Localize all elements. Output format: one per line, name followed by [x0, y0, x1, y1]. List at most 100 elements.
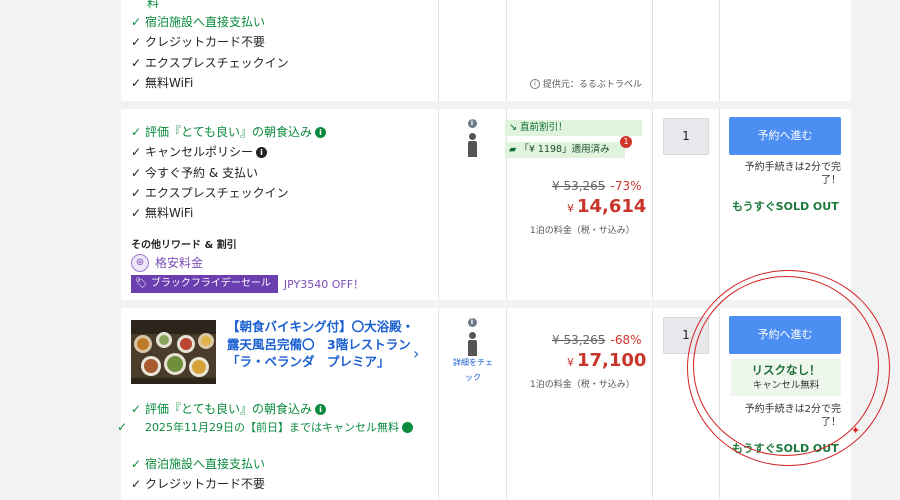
- black-friday-badge: 🏷 ブラックフライデーセール: [131, 275, 278, 293]
- black-friday-label: ブラックフライデーセール: [150, 278, 271, 289]
- coupon-icon: ▰: [509, 144, 517, 155]
- tag-icon: ⊛: [131, 253, 149, 272]
- sold-out-warning: もうすぐSOLD OUT: [732, 200, 839, 213]
- original-price: ¥ 53,265: [552, 179, 606, 193]
- provider-text: 提供元：るるぶトラベル: [542, 80, 642, 90]
- last-minute-label: 直前割引！: [520, 122, 568, 133]
- column-divider: [438, 109, 439, 300]
- check-icon: ✓: [131, 35, 142, 50]
- column-divider: [506, 0, 507, 101]
- info-icon[interactable]: i: [315, 127, 327, 138]
- wrapped-text-fragment: 料: [147, 0, 160, 10]
- coupon-badge: ▰ 「¥ 1198」適用済み: [505, 142, 625, 158]
- per-night-label: 1泊の料金（税・サ込み）: [530, 226, 635, 236]
- coupon-label: 「¥ 1198」適用済み: [519, 144, 610, 155]
- chevron-right-icon[interactable]: ›: [413, 344, 419, 363]
- column-divider: [438, 308, 439, 500]
- info-icon[interactable]: i: [256, 147, 268, 159]
- original-price-row: ¥ 53,265 -73%: [552, 175, 642, 194]
- feature-text: 2025年11月29日の【前日】まではキャンセル無料: [145, 421, 399, 434]
- feature-text: 宿泊施設へ直接支払い: [145, 15, 266, 29]
- check-icon: ✓: [131, 206, 142, 221]
- discount-percent: -68%: [610, 333, 642, 347]
- column-divider: [719, 109, 720, 300]
- check-icon: ✓: [131, 55, 142, 70]
- feature-item: ✓ 今すぐ予約 & 支払い: [131, 163, 258, 183]
- room-option-card-1: 料 ✓ 宿泊施設へ直接支払い ✓ クレジットカード不要 ✓ エクスプレスチェックイン ✓ 無料…: [121, 0, 851, 101]
- arrow-down-icon: ↘: [509, 122, 517, 133]
- info-icon: i: [467, 119, 477, 128]
- info-icon[interactable]: i: [399, 422, 413, 433]
- original-price: ¥ 53,265: [552, 333, 606, 347]
- feature-item: ✓ 評価『とても良い』の朝食込み i: [131, 399, 327, 419]
- coupon-count-badge: 1: [620, 136, 632, 148]
- rewards-title: その他リワード & 割引: [131, 240, 237, 251]
- feature-item: ✓ 2025年11月29日の【前日】まではキャンセル無料i: [117, 419, 431, 436]
- check-icon: ✓: [131, 125, 142, 139]
- column-divider: [506, 308, 507, 500]
- feature-item: ✓ 無料WiFi: [131, 73, 193, 93]
- feature-item: ✓ 無料WiFi: [131, 203, 193, 223]
- feature-text: クレジットカード不要: [145, 477, 266, 491]
- price-value: 14,614: [577, 196, 647, 217]
- cheap-rate-row: ⊛ 格安料金: [131, 253, 203, 272]
- feature-text: クレジットカード不要: [145, 35, 266, 50]
- price: ¥14,614: [567, 196, 647, 217]
- feature-item: ✓ キャンセルポリシー i: [131, 142, 268, 162]
- column-divider: [652, 109, 653, 300]
- check-icon: ✓: [131, 15, 142, 29]
- original-price-row: ¥ 53,265 -68%: [552, 329, 642, 348]
- check-icon: ✓: [131, 185, 142, 200]
- feature-text: 今すぐ予約 & 支払い: [145, 165, 258, 180]
- info-icon: i: [530, 79, 540, 89]
- tag-icon: 🏷: [135, 278, 148, 289]
- check-icon: ✓: [117, 420, 128, 434]
- room-title-link[interactable]: 【朝食バイキング付】〇大浴殿・露天風呂完備〇 3階レストラン「ラ・ベランダ プレ…: [227, 318, 419, 371]
- reserve-button[interactable]: 予約へ進む: [729, 117, 841, 155]
- feature-item: ✓ エクスプレスチェックイン: [131, 183, 289, 203]
- feature-item: ✓ 評価『とても良い』の朝食込み i: [131, 122, 327, 142]
- per-night-label: 1泊の料金（税・サ込み）: [530, 380, 635, 390]
- feature-text: エクスプレスチェックイン: [145, 55, 289, 70]
- quantity-select[interactable]: 1: [663, 118, 709, 155]
- annotation-marker: ✦: [851, 424, 861, 437]
- room-option-card-2: ✓ 評価『とても良い』の朝食込み i ✓ キャンセルポリシー i ✓ 今すぐ予約 & 支払い ✓…: [121, 109, 851, 300]
- column-divider: [719, 0, 720, 101]
- black-friday-discount: JPY3540 OFF！: [283, 278, 365, 291]
- room-photo[interactable]: [131, 320, 216, 384]
- last-minute-badge: ↘ 直前割引！: [505, 120, 642, 136]
- feature-text: 宿泊施設へ直接支払い: [145, 457, 266, 471]
- column-divider: [438, 0, 439, 101]
- column-divider: [506, 109, 507, 300]
- check-icon: ✓: [131, 75, 142, 90]
- feature-text: キャンセルポリシー: [145, 145, 254, 160]
- column-divider: [652, 0, 653, 101]
- check-icon: ✓: [131, 477, 142, 491]
- info-icon: i: [467, 318, 477, 327]
- feature-item: ✓ 宿泊施設へ直接支払い: [131, 454, 265, 474]
- detail-link[interactable]: 詳細をチェック: [452, 355, 494, 385]
- check-icon: ✓: [131, 145, 142, 160]
- feature-text: 評価『とても良い』の朝食込み: [145, 402, 313, 416]
- info-icon[interactable]: i: [315, 404, 327, 415]
- check-icon: ✓: [131, 457, 142, 471]
- feature-text: 無料WiFi: [145, 206, 194, 221]
- black-friday-row: 🏷 ブラックフライデーセール JPY3540 OFF！: [131, 275, 364, 293]
- column-divider: [652, 308, 653, 500]
- feature-item: ✓ クレジットカード不要: [131, 32, 265, 52]
- feature-text: 評価『とても良い』の朝食込み: [145, 125, 313, 139]
- breakfast-buffet-image: [131, 320, 216, 384]
- person-icon[interactable]: i: [464, 119, 480, 157]
- provider-note: i 提供元：るるぶトラベル: [527, 77, 642, 90]
- check-icon: ✓: [131, 165, 142, 180]
- discount-percent: -73%: [610, 179, 642, 193]
- feature-text: エクスプレスチェックイン: [145, 185, 289, 200]
- price-value: 17,100: [577, 350, 647, 371]
- feature-text: 無料WiFi: [145, 75, 194, 90]
- cheap-rate-label: 格安料金: [155, 256, 204, 270]
- feature-item: ✓ エクスプレスチェックイン: [131, 53, 289, 73]
- check-icon: ✓: [131, 402, 142, 416]
- price: ¥17,100: [567, 350, 647, 371]
- feature-item: ✓ 宿泊施設へ直接支払い: [131, 12, 265, 32]
- person-icon[interactable]: i: [464, 318, 480, 356]
